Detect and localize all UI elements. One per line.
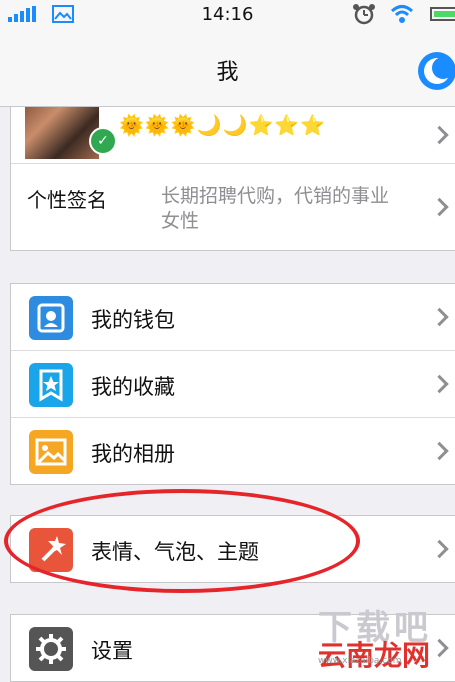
menu-item-label: 我的相册 xyxy=(91,442,175,466)
watermark-url: www.xiazaiba.com xyxy=(318,656,402,666)
menu-item-wallet[interactable]: 我的钱包 xyxy=(11,284,455,351)
watermark-bottom: 云南龙网 xyxy=(318,639,431,672)
menu-item-themes[interactable]: 表情、气泡、主题 xyxy=(11,516,455,582)
nav-bar: 我 xyxy=(0,28,455,107)
profile-row[interactable]: ✓ 🌞🌞🌞🌙🌙⭐⭐⭐ xyxy=(11,107,455,164)
chevron-right-icon xyxy=(430,374,449,394)
signature-row[interactable]: 个性签名 长期招聘代购，代销的事业女性 xyxy=(11,164,455,250)
menu-item-label: 设置 xyxy=(91,639,133,663)
profile-group: ✓ 🌞🌞🌞🌙🌙⭐⭐⭐ 个性签名 长期招聘代购，代销的事业女性 xyxy=(10,106,455,251)
wifi-icon xyxy=(390,5,414,23)
gear-icon xyxy=(29,627,73,671)
magic-wand-icon xyxy=(29,528,73,572)
alarm-icon xyxy=(353,4,375,25)
battery-icon xyxy=(430,7,455,21)
chevron-right-icon xyxy=(430,125,449,145)
menu-group-2: 表情、气泡、主题 xyxy=(10,515,455,583)
photo-album-icon xyxy=(29,430,73,474)
night-mode-icon[interactable] xyxy=(418,52,455,90)
menu-item-album[interactable]: 我的相册 xyxy=(11,418,455,484)
level-badges: 🌞🌞🌞🌙🌙⭐⭐⭐ xyxy=(119,113,327,137)
watermark: 下载吧 云南龙网 www.xiazaiba.com xyxy=(318,600,448,672)
page-title: 我 xyxy=(216,60,239,85)
chevron-right-icon xyxy=(430,441,449,461)
menu-item-label: 我的收藏 xyxy=(91,375,175,399)
menu-item-label: 表情、气泡、主题 xyxy=(91,540,259,564)
status-bar: 14:16 xyxy=(0,0,455,28)
menu-item-label: 我的钱包 xyxy=(91,308,175,332)
menu-group-1: 我的钱包 我的收藏 我的相册 xyxy=(10,283,455,485)
status-time: 14:16 xyxy=(201,4,254,25)
verified-check-icon: ✓ xyxy=(89,127,117,155)
menu-item-favorites[interactable]: 我的收藏 xyxy=(11,351,455,418)
chevron-right-icon xyxy=(430,307,449,327)
signature-label: 个性签名 xyxy=(27,188,107,212)
chevron-right-icon xyxy=(430,539,449,559)
wallet-icon xyxy=(29,296,73,340)
star-bookmark-icon xyxy=(29,363,73,407)
avatar[interactable] xyxy=(25,107,99,159)
chevron-right-icon xyxy=(430,197,449,217)
signature-value: 长期招聘代购，代销的事业女性 xyxy=(161,185,390,232)
